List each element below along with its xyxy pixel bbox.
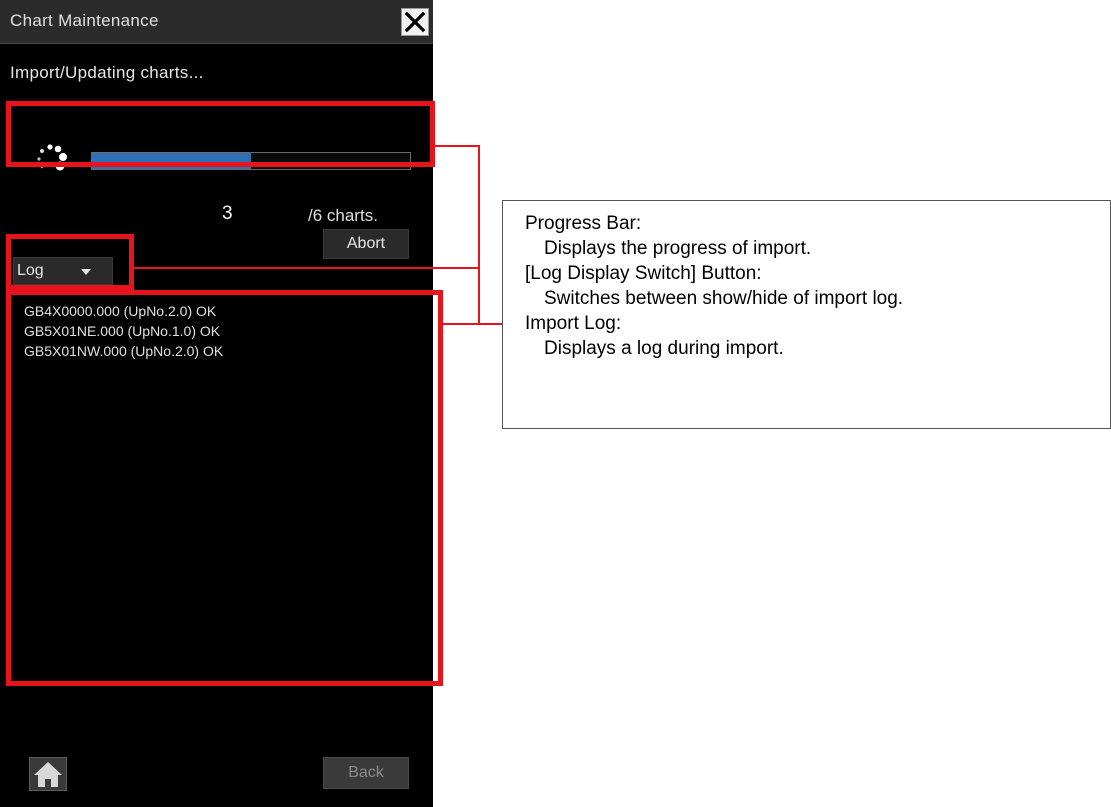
abort-button-label: Abort	[346, 235, 386, 252]
annotation-callout: Progress Bar: Displays the progress of i…	[502, 200, 1111, 429]
callout-item-desc: Displays a log during import.	[544, 338, 784, 359]
progress-total-label: /6 charts.	[308, 206, 378, 225]
callout-item-title: [Log Display Switch] Button:	[525, 263, 762, 284]
callout-item-desc: Switches between show/hide of import log…	[544, 288, 904, 309]
home-button[interactable]	[29, 757, 67, 791]
window-title: Chart Maintenance	[10, 11, 159, 30]
back-button[interactable]: Back	[323, 757, 409, 789]
progress-current-count: 3	[222, 203, 233, 224]
connector-line	[443, 323, 503, 325]
close-button[interactable]	[401, 8, 429, 36]
title-bar: Chart Maintenance	[0, 0, 433, 44]
connector-line	[134, 267, 480, 269]
progress-bar-highlight	[6, 101, 435, 167]
connector-line	[478, 145, 480, 325]
import-log-highlight	[6, 290, 443, 686]
callout-item-title: Progress Bar:	[525, 213, 642, 234]
callout-item-title: Import Log:	[525, 313, 622, 334]
back-button-label: Back	[348, 764, 384, 781]
callout-item-desc: Displays the progress of import.	[544, 238, 812, 259]
close-icon	[404, 11, 426, 33]
abort-button[interactable]: Abort	[323, 229, 409, 259]
log-button-highlight	[6, 234, 134, 290]
status-text: Import/Updating charts...	[10, 63, 204, 82]
connector-line	[435, 145, 480, 147]
home-icon	[34, 762, 62, 787]
